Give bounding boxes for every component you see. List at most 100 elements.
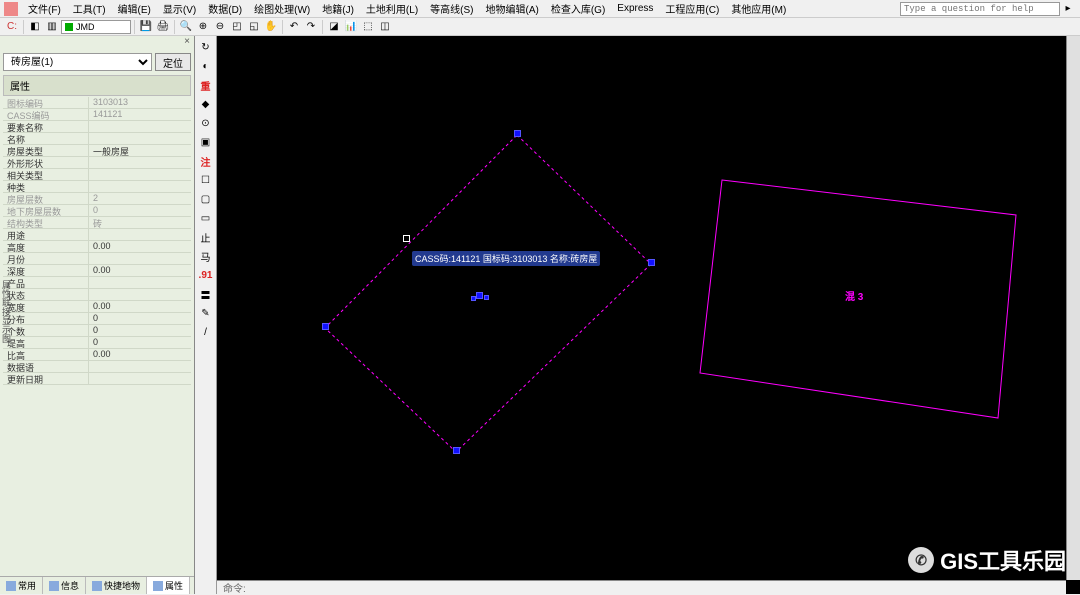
panel-tab[interactable]: 信息 (43, 577, 86, 594)
property-row[interactable]: 外形形状 (3, 157, 191, 169)
prop-value[interactable]: 0.00 (89, 241, 191, 253)
prop-value[interactable] (89, 181, 191, 193)
vtool-button[interactable]: 马 (197, 247, 215, 265)
menu-contour[interactable]: 等高线(S) (424, 0, 479, 17)
zoom-window-icon[interactable]: ◰ (229, 19, 245, 35)
save-icon[interactable]: 💾 (138, 19, 154, 35)
menu-cadastre[interactable]: 地籍(J) (316, 0, 360, 17)
prop-value[interactable] (89, 361, 191, 373)
menu-tools[interactable]: 工具(T) (67, 0, 112, 17)
property-row[interactable]: 数据语 (3, 361, 191, 373)
entity-type-dropdown[interactable]: 砖房屋(1) (3, 53, 152, 71)
vtool-button[interactable]: ▭ (197, 209, 215, 227)
menu-project[interactable]: 工程应用(C) (659, 0, 725, 17)
prop-value[interactable] (89, 169, 191, 181)
vtool-button[interactable]: ◐ (197, 57, 215, 75)
property-row[interactable]: 名称 (3, 133, 191, 145)
property-row[interactable]: 产品 (3, 277, 191, 289)
property-row[interactable]: CASS编码141121 (3, 109, 191, 121)
selected-diamond-shape[interactable] (325, 135, 651, 452)
property-row[interactable]: 相关类型 (3, 169, 191, 181)
panel-tab[interactable]: 快捷地物 (86, 577, 147, 594)
cass-icon[interactable]: C: (4, 19, 20, 35)
vtool-button[interactable]: / (197, 323, 215, 341)
menu-draw[interactable]: 绘图处理(W) (248, 0, 316, 17)
print-icon[interactable]: 🖨 (155, 19, 171, 35)
menu-objedit[interactable]: 地物编辑(A) (480, 0, 545, 17)
vtool-button[interactable]: ▣ (197, 133, 215, 151)
property-row[interactable]: 地下房屋层数0 (3, 205, 191, 217)
prop-value[interactable] (89, 121, 191, 133)
vtool-button[interactable]: ⊙ (197, 114, 215, 132)
property-row[interactable]: 比高0.00 (3, 349, 191, 361)
vtool-button[interactable]: ☐ (197, 171, 215, 189)
vtool-button[interactable]: 重 (197, 76, 215, 94)
chart-icon[interactable]: 📊 (343, 19, 359, 35)
vtool-button[interactable]: 〓 (197, 285, 215, 303)
tool-b-icon[interactable]: ◫ (377, 19, 393, 35)
vtool-button[interactable]: ◆ (197, 95, 215, 113)
layer-current-dropdown[interactable]: JMD (61, 20, 131, 34)
locate-button[interactable]: 定位 (155, 53, 191, 71)
property-grid[interactable]: 图标编码3103013CASS编码141121要素名称名称房屋类型一般房屋外形形… (3, 97, 191, 385)
prop-value[interactable]: 3103013 (89, 97, 191, 109)
prop-value[interactable] (89, 373, 191, 385)
grip-handle[interactable] (471, 296, 476, 301)
help-arrow-icon[interactable]: ▸ (1060, 1, 1076, 17)
menu-view[interactable]: 显示(V) (157, 0, 202, 17)
zoom-in-icon[interactable]: ⊕ (195, 19, 211, 35)
prop-value[interactable] (89, 289, 191, 301)
prop-value[interactable]: 一般房屋 (89, 145, 191, 157)
grip-handle[interactable] (322, 323, 329, 330)
prop-value[interactable]: 0 (89, 325, 191, 337)
menu-express[interactable]: Express (611, 2, 659, 15)
panel-close-icon[interactable]: × (184, 36, 190, 50)
property-row[interactable]: 要素名称 (3, 121, 191, 133)
menu-edit[interactable]: 编辑(E) (112, 0, 157, 17)
zoom-realtime-icon[interactable]: 🔍 (178, 19, 194, 35)
property-row[interactable]: 结构类型砖 (3, 217, 191, 229)
vtool-button[interactable]: ▢ (197, 190, 215, 208)
prop-value[interactable]: 0 (89, 337, 191, 349)
prop-value[interactable]: 2 (89, 193, 191, 205)
prop-value[interactable]: 0 (89, 205, 191, 217)
zoom-extents-icon[interactable]: ◱ (246, 19, 262, 35)
property-row[interactable]: 高度0.00 (3, 241, 191, 253)
tool-a-icon[interactable]: ⬚ (360, 19, 376, 35)
property-row[interactable]: 图标编码3103013 (3, 97, 191, 109)
property-row[interactable]: 用途 (3, 229, 191, 241)
prop-value[interactable]: 0 (89, 313, 191, 325)
menu-other[interactable]: 其他应用(M) (725, 0, 792, 17)
menu-landuse[interactable]: 土地利用(L) (360, 0, 424, 17)
property-row[interactable]: 状态 (3, 289, 191, 301)
property-row[interactable]: 更新日期 (3, 373, 191, 385)
prop-value[interactable]: 0.00 (89, 349, 191, 361)
prop-value[interactable]: 0.00 (89, 265, 191, 277)
property-row[interactable]: 种类 (3, 181, 191, 193)
layer-state-icon[interactable]: ▥ (44, 19, 60, 35)
prop-value[interactable] (89, 229, 191, 241)
help-search-input[interactable] (900, 2, 1060, 16)
undo-icon[interactable]: ↶ (286, 19, 302, 35)
menu-check[interactable]: 检查入库(G) (545, 0, 611, 17)
property-row[interactable]: 堤高0 (3, 337, 191, 349)
layer-color-icon[interactable]: ◧ (27, 19, 43, 35)
prop-value[interactable] (89, 133, 191, 145)
prop-value[interactable]: 砖 (89, 217, 191, 229)
panel-tab[interactable]: 属性 (147, 577, 190, 594)
grip-handle[interactable] (514, 130, 521, 137)
zoom-out-icon[interactable]: ⊖ (212, 19, 228, 35)
property-row[interactable]: 个数0 (3, 325, 191, 337)
pan-icon[interactable]: ✋ (263, 19, 279, 35)
property-row[interactable]: 宽度0.00 (3, 301, 191, 313)
prop-value[interactable] (89, 157, 191, 169)
redo-icon[interactable]: ↷ (303, 19, 319, 35)
drawing-canvas[interactable]: CASS码:141121 国标码:3103013 名称:砖房屋 混 3 (217, 36, 1066, 580)
layer-prop-icon[interactable]: ◪ (326, 19, 342, 35)
vertical-scrollbar[interactable] (1066, 36, 1080, 580)
property-row[interactable]: 深度0.00 (3, 265, 191, 277)
vtool-button[interactable]: ↻ (197, 38, 215, 56)
prop-value[interactable]: 0.00 (89, 301, 191, 313)
property-row[interactable]: 房屋类型一般房屋 (3, 145, 191, 157)
prop-value[interactable] (89, 277, 191, 289)
